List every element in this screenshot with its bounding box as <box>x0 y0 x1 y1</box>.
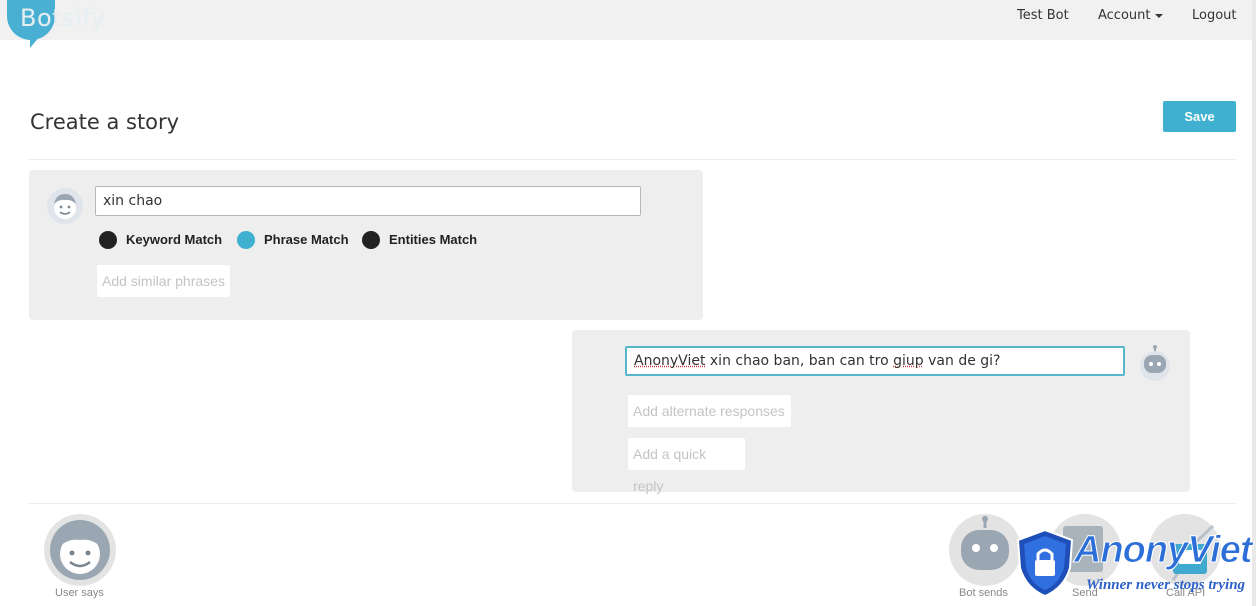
scrollbar[interactable] <box>1252 0 1256 606</box>
nav-account-dropdown[interactable]: Account <box>1098 8 1163 23</box>
entities-match-label[interactable]: Entities Match <box>389 231 477 249</box>
top-navbar: Botsify Test Bot Account Logout <box>0 0 1256 48</box>
entities-match-radio[interactable] <box>362 231 380 249</box>
user-says-input[interactable]: xin chao <box>95 186 641 216</box>
watermark-tagline: Winner never stops trying <box>1086 577 1246 593</box>
caret-down-icon <box>1154 13 1163 18</box>
user-avatar-icon <box>47 188 83 224</box>
keyword-match-label[interactable]: Keyword Match <box>126 231 222 249</box>
add-similar-phrases-button[interactable]: Add similar phrases <box>97 265 230 297</box>
user-says-label: User says <box>55 587 104 599</box>
divider <box>29 159 1236 160</box>
bot-response-input[interactable]: AnonyViet xin chao ban, ban can tro giup… <box>625 346 1125 376</box>
bot-sends-tool[interactable] <box>949 514 1021 586</box>
divider <box>29 503 1236 504</box>
user-face-icon <box>50 520 110 580</box>
user-says-tool[interactable] <box>44 514 116 586</box>
bot-face-icon <box>961 516 1009 570</box>
add-quick-reply-button[interactable]: Add a quick reply <box>628 438 745 494</box>
nav-logout[interactable]: Logout <box>1192 8 1237 23</box>
keyword-match-radio[interactable] <box>99 231 117 249</box>
save-button[interactable]: Save <box>1163 101 1236 132</box>
bot-sends-label: Bot sends <box>959 587 1008 599</box>
add-alternate-responses-button[interactable]: Add alternate responses <box>628 395 791 427</box>
watermark-shield-icon <box>1014 528 1076 598</box>
watermark-logo: AnonyViet <box>1074 529 1253 572</box>
bot-avatar-icon <box>1139 344 1171 386</box>
phrase-match-label[interactable]: Phrase Match <box>264 231 349 249</box>
page-title: Create a story <box>30 110 180 134</box>
logo[interactable]: Botsify <box>20 4 105 32</box>
nav-bot-name[interactable]: Test Bot <box>1017 8 1069 23</box>
phrase-match-radio[interactable] <box>237 231 255 249</box>
